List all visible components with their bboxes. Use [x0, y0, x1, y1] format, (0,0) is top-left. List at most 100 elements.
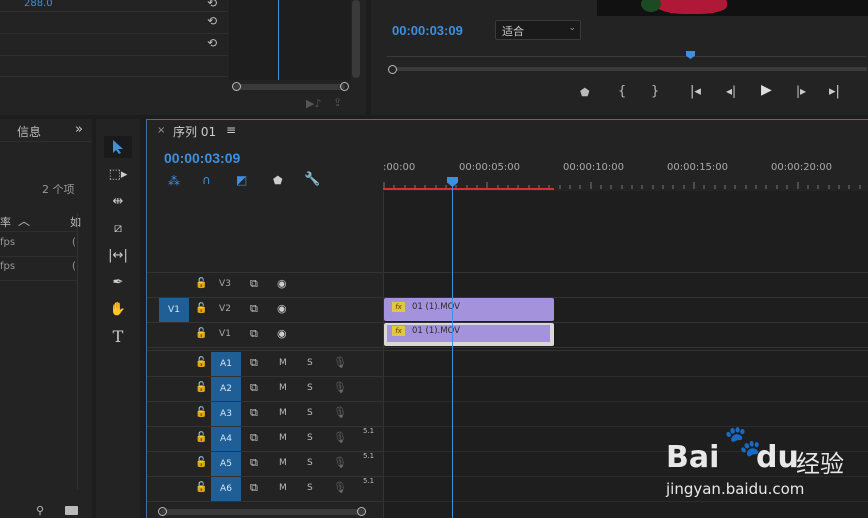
solo-button[interactable]: S: [307, 358, 313, 368]
mute-button[interactable]: M: [279, 458, 287, 468]
lock-icon[interactable]: 🔓: [195, 432, 207, 443]
razor-tool-icon[interactable]: ⧄: [104, 217, 132, 239]
solo-button[interactable]: S: [307, 458, 313, 468]
go-to-in-icon[interactable]: |◂: [690, 84, 701, 99]
playhead-line[interactable]: [452, 186, 453, 518]
film-icon[interactable]: ⧉: [250, 456, 258, 470]
play-audio-icon[interactable]: ▶♪: [306, 97, 321, 110]
mute-button[interactable]: M: [279, 483, 287, 493]
monitor-scroll-handle[interactable]: [388, 65, 397, 74]
lock-icon[interactable]: 🔓: [195, 482, 207, 493]
film-icon[interactable]: ⧉: [250, 302, 258, 316]
eye-icon[interactable]: ◉: [277, 327, 287, 340]
lock-icon[interactable]: 🔓: [195, 457, 207, 468]
effect-timeline-area[interactable]: [229, 0, 351, 80]
microphone-icon[interactable]: 🎙: [333, 456, 347, 469]
microphone-icon[interactable]: 🎙: [333, 431, 347, 444]
lock-icon[interactable]: 🔓: [195, 328, 207, 339]
track-target-a1[interactable]: A1: [211, 352, 241, 376]
snap-magnet-icon[interactable]: ∩: [202, 173, 211, 187]
reset-icon[interactable]: ⟲: [207, 36, 217, 50]
lock-icon[interactable]: 🔓: [195, 357, 207, 368]
microphone-icon[interactable]: 🎙: [333, 381, 347, 394]
column-header-rate[interactable]: 率 ︿: [0, 213, 78, 231]
tab-info[interactable]: 信息: [17, 123, 41, 140]
track-header-a4[interactable]: 🔓 A4 ⧉ M S 🎙 5.1: [147, 427, 383, 452]
track-header-a5[interactable]: 🔓 A5 ⧉ M S 🎙 5.1: [147, 452, 383, 477]
pen-tool-icon[interactable]: ✒: [104, 271, 132, 293]
timeline-horizontal-scrollbar[interactable]: [160, 509, 365, 515]
film-icon[interactable]: ⧉: [250, 327, 258, 341]
selection-tool-icon[interactable]: [104, 136, 132, 158]
lock-icon[interactable]: 🔓: [195, 382, 207, 393]
solo-button[interactable]: S: [307, 383, 313, 393]
add-marker-icon[interactable]: ⬟: [580, 86, 590, 99]
type-tool-icon[interactable]: T: [104, 325, 132, 347]
reset-icon[interactable]: ⟲: [207, 0, 217, 10]
export-icon[interactable]: ⇪: [333, 96, 342, 109]
solo-button[interactable]: S: [307, 483, 313, 493]
track-header-a2[interactable]: 🔓 A2 ⧉ M S 🎙: [147, 377, 383, 402]
add-marker-icon[interactable]: ⬟: [273, 174, 283, 187]
film-icon[interactable]: ⧉: [250, 356, 258, 370]
monitor-zoom-scrollbar[interactable]: [397, 67, 867, 71]
source-patch-v1[interactable]: V1: [159, 298, 189, 322]
mark-in-icon[interactable]: {: [618, 84, 626, 99]
mute-button[interactable]: M: [279, 383, 287, 393]
zoom-handle-right[interactable]: [340, 82, 349, 91]
film-icon[interactable]: ⧉: [250, 431, 258, 445]
solo-button[interactable]: S: [307, 408, 313, 418]
hand-tool-icon[interactable]: ✋: [104, 298, 132, 320]
track-header-a6[interactable]: 🔓 A6 ⧉ M S 🎙 5.1: [147, 477, 383, 502]
program-timecode[interactable]: 00:00:03:09: [392, 23, 463, 38]
column-header-other[interactable]: 如: [70, 214, 81, 230]
mark-out-icon[interactable]: }: [651, 84, 659, 99]
timeline-timecode[interactable]: 00:00:03:09: [164, 150, 240, 166]
list-item[interactable]: fps (: [0, 257, 78, 280]
track-target-a4[interactable]: A4: [211, 427, 241, 451]
track-target-a5[interactable]: A5: [211, 452, 241, 476]
step-back-icon[interactable]: ◂|: [726, 84, 736, 98]
microphone-icon[interactable]: 🎙: [333, 356, 347, 369]
sequence-tab[interactable]: 序列 01: [173, 123, 216, 140]
track-header-v2[interactable]: V1 🔓 V2 ⧉ ◉: [147, 298, 383, 322]
lock-icon[interactable]: 🔓: [195, 278, 207, 289]
monitor-time-ruler[interactable]: [387, 56, 867, 65]
film-icon[interactable]: ⧉: [250, 481, 258, 495]
track-header-v1[interactable]: 🔓 V1 ⧉ ◉: [147, 323, 383, 347]
hamburger-menu-icon[interactable]: ≡: [226, 123, 236, 137]
mute-button[interactable]: M: [279, 408, 287, 418]
film-icon[interactable]: ⧉: [250, 277, 258, 291]
track-header-a3[interactable]: 🔓 A3 ⧉ M S 🎙: [147, 402, 383, 427]
film-icon[interactable]: ⧉: [250, 406, 258, 420]
lock-icon[interactable]: 🔓: [195, 407, 207, 418]
list-item[interactable]: fps (: [0, 233, 78, 256]
eye-icon[interactable]: ◉: [277, 302, 287, 315]
mute-button[interactable]: M: [279, 358, 287, 368]
play-icon[interactable]: ▶: [761, 82, 772, 98]
lock-icon[interactable]: 🔓: [195, 303, 207, 314]
nest-icon[interactable]: ⁂: [168, 174, 180, 188]
wrench-icon[interactable]: 🔧: [304, 172, 320, 187]
track-select-tool-icon[interactable]: ⬚▸: [104, 163, 132, 185]
solo-button[interactable]: S: [307, 433, 313, 443]
folder-icon[interactable]: [65, 506, 78, 515]
track-header-v3[interactable]: 🔓 V3 ⧉ ◉: [147, 273, 383, 297]
track-target-a3[interactable]: A3: [211, 402, 241, 426]
video-clip-v1[interactable]: fx 01 (1).MOV: [384, 323, 554, 346]
slip-tool-icon[interactable]: |↔|: [104, 244, 132, 266]
microphone-icon[interactable]: 🎙: [333, 406, 347, 419]
eye-icon[interactable]: ◉: [277, 277, 287, 290]
track-target-a6[interactable]: A6: [211, 477, 241, 501]
track-header-a1[interactable]: 🔓 A1 ⧉ M S 🎙: [147, 352, 383, 377]
effect-value[interactable]: 288.0: [24, 0, 53, 9]
track-target-a2[interactable]: A2: [211, 377, 241, 401]
scroll-handle-left[interactable]: [158, 507, 167, 516]
search-icon[interactable]: ⚲: [36, 504, 44, 517]
mute-button[interactable]: M: [279, 433, 287, 443]
reset-icon[interactable]: ⟲: [207, 14, 217, 28]
go-to-out-icon[interactable]: ▸|: [829, 84, 840, 99]
ripple-edit-tool-icon[interactable]: ⇹: [104, 190, 132, 212]
scrollbar-vertical[interactable]: [352, 0, 360, 78]
linked-selection-icon[interactable]: ◩: [236, 173, 247, 187]
